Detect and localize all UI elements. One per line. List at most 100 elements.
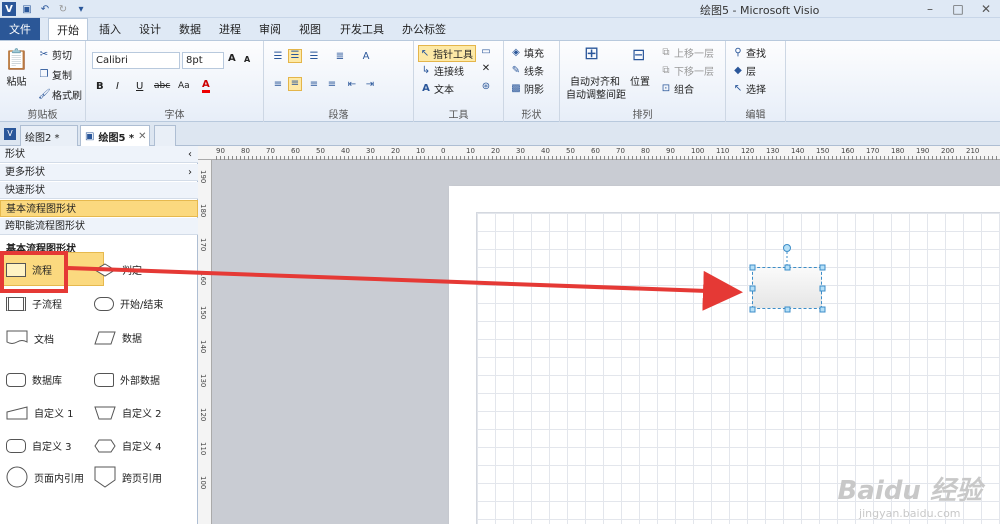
resize-handle[interactable] — [819, 285, 826, 292]
bullets-button[interactable]: ≣ — [334, 51, 346, 63]
resize-handle[interactable] — [749, 306, 756, 313]
find-button[interactable]: ⚲ 查找 — [732, 45, 766, 61]
cut-button[interactable]: ✂ 剪切 — [38, 47, 72, 63]
pointer-tool-button[interactable]: ↖ 指针工具 — [418, 45, 476, 62]
strikethrough-button[interactable]: abc — [154, 81, 170, 91]
shadow-button[interactable]: ▩ 阴影 — [510, 81, 544, 97]
save-icon[interactable]: ▣ — [20, 2, 34, 16]
line-button[interactable]: ✎ 线条 — [510, 63, 544, 79]
resize-handle[interactable] — [819, 264, 826, 271]
rectangle-tool-button[interactable]: ▭ — [480, 46, 492, 58]
connector-tool-button[interactable]: ↳ 连接线 — [420, 63, 464, 79]
shape-custom-2[interactable]: 自定义 2 — [94, 405, 162, 420]
text-direction-button[interactable]: A — [360, 51, 372, 63]
shape-subprocess[interactable]: 子流程 — [6, 296, 62, 311]
tab-review[interactable]: 审阅 — [252, 18, 288, 40]
external-data-label: 外部数据 — [120, 376, 160, 387]
shrink-font-button[interactable]: A — [244, 55, 250, 64]
close-tool-button[interactable]: ✕ — [480, 63, 492, 75]
send-backward-button[interactable]: ⧉ 下移一层 — [660, 63, 714, 79]
layer-button[interactable]: ◆ 层 — [732, 63, 756, 79]
cross-functional-stencil[interactable]: 跨职能流程图形状 — [0, 218, 198, 235]
tab-view[interactable]: 视图 — [292, 18, 328, 40]
shape-on-page-reference[interactable]: 页面内引用 — [6, 466, 84, 488]
tab-file[interactable]: 文件 — [0, 18, 40, 40]
tab-home[interactable]: 开始 — [48, 18, 88, 41]
align-top-button[interactable]: ☰ — [272, 51, 284, 63]
shape-start-end[interactable]: 开始/结束 — [94, 296, 163, 311]
align-middle-button[interactable]: ☰ — [288, 49, 302, 63]
customize-quick-access-icon[interactable]: ▾ — [74, 2, 88, 16]
font-name-combo[interactable]: Calibri — [92, 52, 180, 69]
font-color-button[interactable]: A — [202, 79, 210, 93]
data-shape-icon — [94, 331, 116, 344]
italic-button[interactable]: I — [116, 81, 119, 92]
new-tab-button[interactable] — [154, 125, 176, 146]
resize-handle[interactable] — [749, 285, 756, 292]
pointer-icon: ↖ — [420, 47, 430, 59]
text-tool-button[interactable]: A 文本 — [420, 81, 454, 97]
shape-custom-3[interactable]: 自定义 3 — [6, 438, 72, 453]
change-case-button[interactable]: Aa — [178, 81, 190, 91]
paste-button[interactable]: 📋 粘贴 — [4, 47, 29, 88]
shape-data[interactable]: 数据 — [94, 330, 142, 345]
grow-font-button[interactable]: A — [228, 53, 236, 64]
connection-point-button[interactable]: ⊛ — [480, 81, 492, 93]
resize-handle[interactable] — [784, 264, 791, 271]
shape-document[interactable]: 文档 — [6, 330, 54, 346]
align-right-button[interactable]: ≡ — [308, 79, 320, 91]
scissors-icon: ✂ — [39, 48, 49, 60]
underline-button[interactable]: U — [136, 81, 143, 92]
basic-flowchart-stencil[interactable]: 基本流程图形状 — [0, 200, 198, 217]
maximize-icon[interactable]: □ — [944, 0, 972, 18]
ruler-tick-label: 190 — [199, 170, 207, 184]
collapse-pane-icon[interactable]: ‹ — [188, 146, 192, 163]
ruler-tick-label: 60 — [291, 147, 300, 155]
custom3-shape-icon — [6, 438, 26, 453]
shape-custom-4[interactable]: 自定义 4 — [94, 438, 162, 453]
resize-handle[interactable] — [819, 306, 826, 313]
resize-handle[interactable] — [784, 306, 791, 313]
quick-shapes-item[interactable]: 快速形状 — [0, 182, 198, 199]
align-center-button[interactable]: ≡ — [288, 77, 302, 91]
copy-button[interactable]: ❐ 复制 — [38, 67, 72, 83]
align-left-button[interactable]: ≡ — [272, 79, 284, 91]
bold-button[interactable]: B — [96, 81, 104, 92]
tab-process[interactable]: 进程 — [212, 18, 248, 40]
group-button[interactable]: ⊡ 组合 — [660, 81, 694, 97]
redo-icon[interactable]: ↻ — [56, 2, 70, 16]
tab-data[interactable]: 数据 — [172, 18, 208, 40]
font-size-combo[interactable]: 8pt — [182, 52, 224, 69]
undo-icon[interactable]: ↶ — [38, 2, 52, 16]
rotation-handle[interactable] — [783, 244, 791, 252]
justify-button[interactable]: ≡ — [326, 79, 338, 91]
more-shapes-menu[interactable]: 更多形状 › — [0, 164, 198, 181]
tab-developer[interactable]: 开发工具 — [334, 18, 390, 40]
shape-custom-1[interactable]: 自定义 1 — [6, 405, 74, 420]
tab-design[interactable]: 设计 — [132, 18, 168, 40]
shape-off-page-reference[interactable]: 跨页引用 — [94, 466, 162, 488]
position-button[interactable]: 位置 — [630, 73, 650, 88]
shapes-pane: 形状 ‹ 更多形状 › 快速形状 基本流程图形状 跨职能流程图形状 基本流程图形状 … — [0, 146, 198, 524]
shape-external-data[interactable]: 外部数据 — [94, 372, 160, 387]
align-bottom-button[interactable]: ☰ — [308, 51, 320, 63]
fill-button[interactable]: ◈ 填充 — [510, 45, 544, 61]
resize-handle[interactable] — [749, 264, 756, 271]
select-button[interactable]: ↖ 选择 — [732, 81, 766, 97]
close-window-icon[interactable]: ✕ — [972, 0, 1000, 18]
auto-space-label[interactable]: 自动调整间距 — [566, 86, 626, 101]
tab-office-tab[interactable]: 办公标签 — [396, 18, 452, 40]
bring-forward-button[interactable]: ⧉ 上移一层 — [660, 45, 714, 61]
title-bar: V ▣ ↶ ↻ ▾ 绘图5 - Microsoft Visio – □ ✕ — [0, 0, 1000, 18]
close-tab-icon[interactable]: ✕ — [138, 131, 146, 142]
shape-decision[interactable]: 判定 — [94, 262, 142, 277]
doc-tab-drawing5[interactable]: ▣ 绘图5 * ✕ — [80, 125, 150, 147]
format-painter-button[interactable]: 🖌 格式刷 — [38, 87, 82, 103]
minimize-icon[interactable]: – — [916, 0, 944, 18]
tab-insert[interactable]: 插入 — [92, 18, 128, 40]
doc-tab-drawing2[interactable]: 绘图2 * — [20, 125, 78, 146]
shape-database[interactable]: 数据库 — [6, 372, 62, 387]
decrease-indent-button[interactable]: ⇤ — [346, 79, 358, 91]
document-shape-icon — [6, 330, 28, 344]
increase-indent-button[interactable]: ⇥ — [364, 79, 376, 91]
